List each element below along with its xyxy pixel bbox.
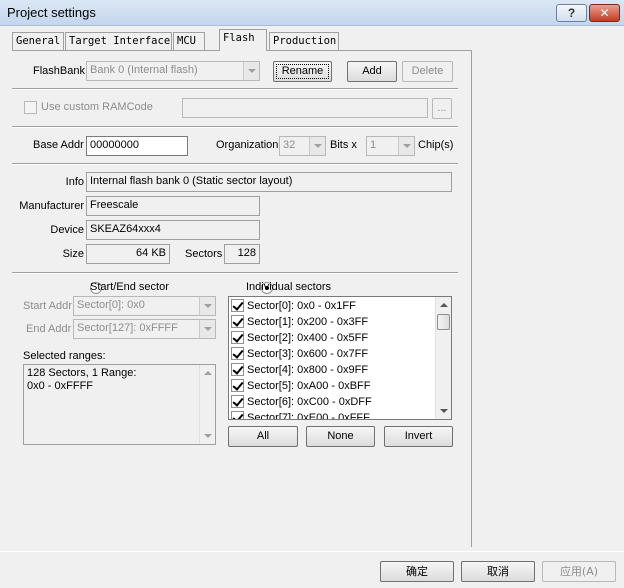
chips-label: Chip(s)	[418, 139, 454, 151]
sector-checkbox[interactable]	[231, 362, 244, 376]
base-addr-label: Base Addr	[33, 139, 84, 151]
device-value: SKEAZ64xxx4	[86, 220, 260, 240]
scroll-up-icon[interactable]	[440, 303, 448, 307]
tab-production[interactable]: Production	[269, 32, 339, 50]
scroll-up-icon	[204, 371, 212, 375]
sector-checkbox[interactable]	[231, 298, 244, 312]
select-all-button[interactable]: All	[228, 426, 298, 447]
sector-list-item[interactable]: Sector[3]: 0x600 - 0x7FF	[229, 346, 451, 362]
use-custom-ramcode-checkbox[interactable]	[24, 101, 37, 114]
select-none-button[interactable]: None	[306, 426, 375, 447]
start-end-sector-label: Start/End sector	[90, 281, 169, 293]
scroll-down-icon	[204, 434, 212, 438]
chevron-down-icon	[199, 297, 215, 315]
end-addr-select[interactable]: Sector[127]: 0xFFFF	[73, 319, 216, 339]
end-addr-value: Sector[127]: 0xFFFF	[77, 322, 178, 334]
ok-button[interactable]: 确定	[380, 561, 454, 582]
sector-checkbox[interactable]	[231, 394, 244, 408]
ramcode-browse-button[interactable]: ...	[432, 98, 452, 119]
sectors-value: 128	[224, 244, 260, 264]
device-label: Device	[50, 224, 84, 236]
chevron-down-icon	[199, 320, 215, 338]
separator	[12, 272, 458, 274]
separator	[0, 551, 624, 552]
delete-button[interactable]: Delete	[402, 61, 453, 82]
sector-list-item[interactable]: Sector[6]: 0xC00 - 0xDFF	[229, 394, 451, 410]
individual-sectors-label: Individual sectors	[246, 281, 331, 293]
sector-checkbox[interactable]	[231, 346, 244, 360]
start-addr-label: Start Addr	[23, 300, 72, 312]
help-button[interactable]: ?	[556, 4, 587, 22]
manufacturer-label: Manufacturer	[19, 200, 84, 212]
chevron-down-icon	[398, 137, 414, 155]
separator	[12, 163, 458, 165]
scroll-thumb[interactable]	[437, 314, 450, 330]
flashbank-select[interactable]: Bank 0 (Internal flash)	[86, 61, 260, 81]
chips-select[interactable]: 1	[366, 136, 415, 156]
sector-list[interactable]: Sector[0]: 0x0 - 0x1FF Sector[1]: 0x200 -…	[228, 296, 452, 420]
ramcode-path-field[interactable]	[182, 98, 428, 118]
scrollbar[interactable]	[435, 297, 451, 419]
sector-checkbox[interactable]	[231, 330, 244, 344]
bits-x-label: Bits x	[330, 139, 357, 151]
close-button[interactable]: ✕	[589, 4, 620, 22]
sector-label: Sector[4]: 0x800 - 0x9FF	[247, 364, 369, 376]
sectors-label: Sectors	[185, 248, 223, 260]
sector-list-item[interactable]: Sector[2]: 0x400 - 0x5FF	[229, 330, 451, 346]
separator	[12, 126, 458, 128]
sector-list-item[interactable]: Sector[4]: 0x800 - 0x9FF	[229, 362, 451, 378]
sector-list-item[interactable]: Sector[5]: 0xA00 - 0xBFF	[229, 378, 451, 394]
manufacturer-value: Freescale	[86, 196, 260, 216]
scrollbar[interactable]	[199, 365, 215, 444]
add-button[interactable]: Add	[347, 61, 397, 82]
size-label: Size	[62, 248, 84, 260]
selected-ranges-box[interactable]: 128 Sectors, 1 Range: 0x0 - 0xFFFF	[23, 364, 216, 445]
flashbank-label: FlashBank	[33, 65, 85, 77]
sector-label: Sector[7]: 0xE00 - 0xFFF	[247, 412, 370, 420]
start-addr-value: Sector[0]: 0x0	[77, 299, 145, 311]
chevron-down-icon	[309, 137, 325, 155]
sector-checkbox[interactable]	[231, 378, 244, 392]
end-addr-label: End Addr	[26, 323, 72, 335]
sector-label: Sector[3]: 0x600 - 0x7FF	[247, 348, 369, 360]
organization-value: 32	[283, 139, 296, 151]
rename-button[interactable]: Rename	[273, 61, 332, 82]
sector-label: Sector[6]: 0xC00 - 0xDFF	[247, 396, 372, 408]
selected-ranges-line: 128 Sectors, 1 Range:	[27, 367, 137, 379]
sector-label: Sector[0]: 0x0 - 0x1FF	[247, 300, 356, 312]
sector-list-item[interactable]: Sector[7]: 0xE00 - 0xFFF	[229, 410, 451, 420]
tab-target-interface[interactable]: Target Interface	[65, 32, 172, 50]
base-addr-input[interactable]: 00000000	[86, 136, 188, 156]
window-title: Project settings	[7, 5, 96, 20]
separator	[12, 88, 458, 90]
start-addr-select[interactable]: Sector[0]: 0x0	[73, 296, 216, 316]
sector-label: Sector[1]: 0x200 - 0x3FF	[247, 316, 369, 328]
tab-mcu[interactable]: MCU	[173, 32, 205, 50]
sector-label: Sector[2]: 0x400 - 0x5FF	[247, 332, 369, 344]
sector-list-item[interactable]: Sector[0]: 0x0 - 0x1FF	[229, 298, 451, 314]
tab-flash[interactable]: Flash	[219, 29, 267, 51]
info-label: Info	[65, 176, 84, 188]
sector-checkbox[interactable]	[231, 314, 244, 328]
invert-selection-button[interactable]: Invert	[384, 426, 453, 447]
selected-ranges-label: Selected ranges:	[23, 350, 106, 362]
selected-ranges-line: 0x0 - 0xFFFF	[27, 380, 94, 392]
flashbank-value: Bank 0 (Internal flash)	[90, 64, 198, 76]
organization-select[interactable]: 32	[279, 136, 326, 156]
sector-list-items: Sector[0]: 0x0 - 0x1FF Sector[1]: 0x200 -…	[229, 297, 451, 420]
title-bar: Project settings ? ✕	[0, 0, 624, 26]
tab-general[interactable]: General	[12, 32, 64, 50]
size-value: 64 KB	[86, 244, 170, 264]
cancel-button[interactable]: 取消	[461, 561, 535, 582]
info-value: Internal flash bank 0 (Static sector lay…	[86, 172, 452, 192]
apply-button[interactable]: 应用(A)	[542, 561, 616, 582]
scroll-down-icon[interactable]	[440, 409, 448, 413]
sector-list-item[interactable]: Sector[1]: 0x200 - 0x3FF	[229, 314, 451, 330]
organization-label: Organization	[216, 139, 279, 151]
chips-value: 1	[370, 139, 377, 151]
chevron-down-icon	[243, 62, 259, 80]
sector-checkbox[interactable]	[231, 410, 244, 419]
sector-label: Sector[5]: 0xA00 - 0xBFF	[247, 380, 371, 392]
use-custom-ramcode-label: Use custom RAMCode	[41, 101, 153, 113]
